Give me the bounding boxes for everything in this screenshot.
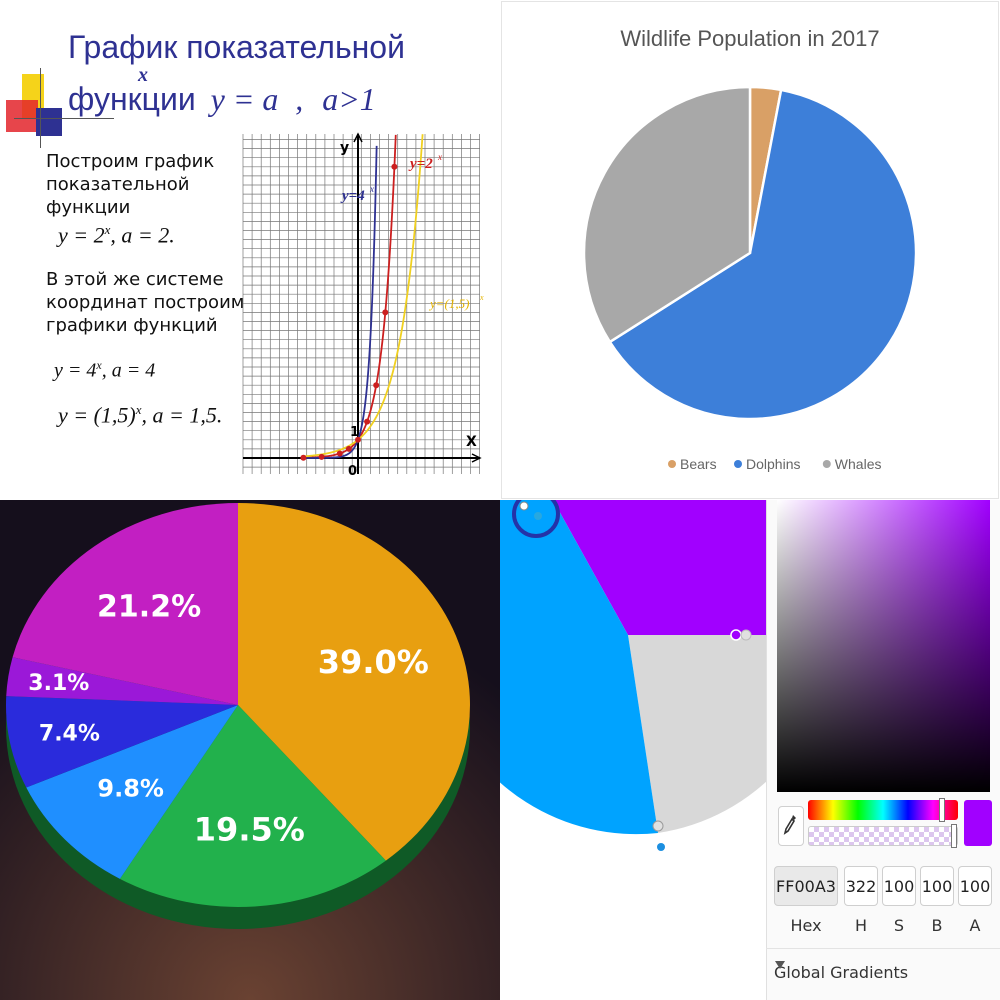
brightness-input[interactable]: 100	[920, 866, 954, 906]
slice-handle	[740, 629, 752, 641]
slice-handle	[657, 843, 665, 851]
current-color-swatch[interactable]	[964, 800, 992, 846]
slice-handle	[519, 501, 529, 511]
graph-point	[345, 445, 352, 452]
slice-label: 9.8%	[97, 774, 164, 802]
global-gradients-section[interactable]: Global Gradients	[774, 960, 908, 984]
curve-label-15: y=(1,5)	[428, 296, 469, 311]
y-axis-label: y	[340, 140, 349, 156]
hex-input[interactable]: FF00A3	[774, 866, 838, 906]
slice-label: 7.4%	[39, 721, 100, 746]
legend-marker	[822, 460, 831, 468]
chart-title: Wildlife Population in 2017	[620, 26, 879, 51]
legend-label: Whales	[835, 456, 882, 472]
curve-label-15-exp: x	[479, 293, 484, 302]
percentage-pie-chart: 39.0% 19.5% 9.8% 7.4% 3.1% 21.2%	[0, 500, 500, 1000]
alpha-label: A	[969, 916, 981, 935]
saturation-input[interactable]: 100	[882, 866, 916, 906]
wildlife-pie-chart: Wildlife Population in 2017 Bears Dolphins…	[582, 26, 918, 472]
legend-label: Bears	[680, 456, 717, 472]
exponential-slide: График показательной функции y = a , a>1…	[0, 0, 500, 500]
origin-label: 0	[348, 464, 357, 479]
slice-label: 19.5%	[194, 811, 305, 849]
alpha-input[interactable]: 100	[958, 866, 992, 906]
exponential-graph: y X 0 1 y=2 x y=4 x y=(1,5) x	[242, 132, 484, 479]
legend-marker	[734, 460, 742, 468]
global-gradients-label: Global Gradients	[774, 962, 909, 982]
legend-label: Dolphins	[746, 456, 800, 472]
saturation-label: S	[893, 916, 905, 935]
curve-0	[303, 134, 397, 459]
slice-handle	[730, 629, 742, 641]
slice-handle	[534, 512, 542, 520]
graph-point	[336, 450, 343, 457]
legend-marker	[668, 460, 676, 468]
triangle-down-icon	[775, 961, 785, 969]
graph-point	[373, 382, 380, 389]
graph-point	[300, 454, 307, 461]
curve-1	[303, 145, 378, 459]
curve-label-4-exp: x	[369, 184, 374, 194]
hue-slider-handle[interactable]	[939, 798, 945, 822]
curve-label-4: y=4	[340, 188, 365, 204]
alpha-slider-handle[interactable]	[951, 824, 957, 848]
graph-point	[391, 163, 398, 170]
hex-label: Hex	[790, 916, 822, 935]
percentage-pie-panel: 39.0% 19.5% 9.8% 7.4% 3.1% 21.2%	[0, 500, 500, 1000]
curve-label-2-exp: x	[437, 152, 442, 162]
graph-point	[364, 418, 371, 425]
saturation-brightness-field[interactable]	[777, 500, 990, 792]
slice-label: 21.2%	[97, 590, 201, 625]
unit-label: 1	[350, 425, 359, 440]
brightness-label: B	[931, 916, 943, 935]
hue-label: H	[854, 916, 868, 935]
slice-label: 3.1%	[28, 671, 89, 696]
x-axis-label: X	[466, 434, 477, 450]
eyedropper-icon	[783, 815, 796, 835]
wildlife-chart-panel: Wildlife Population in 2017 Bears Dolphins…	[500, 0, 1000, 500]
graph-point	[382, 309, 389, 316]
panel-divider	[766, 948, 1000, 949]
graph-point	[318, 453, 325, 460]
hue-slider[interactable]	[808, 800, 958, 820]
slice-handle	[652, 820, 664, 832]
slice-label: 39.0%	[318, 643, 429, 681]
alpha-slider[interactable]	[808, 826, 958, 846]
curve-label-2: y=2	[408, 156, 433, 172]
curve-2	[303, 134, 424, 458]
hue-input[interactable]: 322	[844, 866, 878, 906]
